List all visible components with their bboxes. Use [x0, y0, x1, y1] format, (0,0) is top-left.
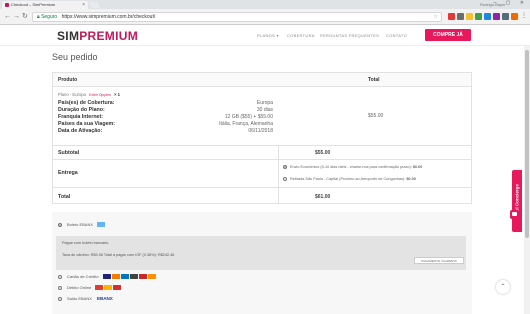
- fidel-concierge-tab[interactable]: Fidel Concierge: [512, 170, 522, 232]
- ebanx-badge: PAGAMENTO VIA EBANX: [414, 257, 464, 264]
- tab-title: Checkout – SimPremium: [11, 2, 56, 7]
- extension-icon[interactable]: [484, 13, 491, 20]
- window-controls[interactable]: – ▢ ✕: [494, 0, 528, 6]
- discover-icon: [147, 274, 156, 280]
- site-logo[interactable]: SIMPREMIUM: [57, 29, 138, 43]
- back-icon[interactable]: ←: [4, 13, 11, 21]
- detail-label: Franquia Internet:: [58, 114, 104, 120]
- detail-value: 30 dias: [256, 107, 273, 113]
- order-review-table: Produto Total Plano - Europa Exibir Opçõ…: [52, 72, 472, 204]
- boleto-info-text: Pague com boleto bancário.: [62, 241, 110, 245]
- payment-option-boleto[interactable]: Boleto EBANX: [58, 222, 106, 228]
- detail-value: 06/11/2018: [248, 128, 273, 134]
- browser-toolbar: ← → ↻ 🔒︎ Seguro https://www.simpremium.c…: [0, 9, 530, 25]
- bookmark-star-icon[interactable]: ☆: [434, 13, 438, 21]
- boleto-info-box: Pague com boleto bancário. Taxa de câmbi…: [56, 236, 466, 270]
- product-line: Plano - Europa Exibir Opções × 1: [58, 92, 120, 97]
- line-total: $55.00: [368, 113, 384, 119]
- radio-selected-icon[interactable]: [283, 165, 287, 169]
- radio-icon[interactable]: [58, 285, 62, 290]
- column-header-total: Total: [368, 77, 380, 83]
- bank-icon: [113, 285, 122, 291]
- detail-label: Data de Ativação:: [58, 128, 103, 134]
- bank-icon: [104, 285, 113, 291]
- show-options-link[interactable]: Exibir Opções: [89, 93, 111, 97]
- product-name: Plano - Europa: [58, 92, 86, 97]
- favicon-icon: [5, 3, 9, 7]
- shipping-label: Entrega: [58, 170, 78, 176]
- extension-icon[interactable]: [493, 13, 500, 20]
- payment-option-saldo[interactable]: Saldo EBANX EBANX: [58, 296, 113, 301]
- browser-tab[interactable]: Checkout – SimPremium ×: [2, 1, 88, 9]
- new-tab-button[interactable]: [88, 2, 101, 8]
- total-value: $61.00: [315, 194, 331, 200]
- divider: [53, 145, 471, 146]
- column-header-product: Produto: [58, 77, 78, 83]
- secure-label: Seguro: [41, 14, 58, 20]
- visa-icon: [102, 274, 111, 280]
- radio-icon[interactable]: [58, 296, 62, 301]
- radio-icon[interactable]: [58, 274, 62, 279]
- shipping-option-retirada[interactable]: Retirada São Paulo - Capital (Próximo ao…: [283, 177, 416, 181]
- address-bar[interactable]: 🔒︎ Seguro https://www.simpremium.com.br/…: [32, 12, 442, 22]
- boleto-exchange-text: Taxa de câmbio: R$3.96 Total a pagar com…: [62, 253, 175, 257]
- page-scrollbar[interactable]: [524, 46, 530, 314]
- detail-value: Europa: [256, 100, 273, 106]
- reload-icon[interactable]: ↻: [22, 13, 28, 21]
- extension-icon[interactable]: [457, 13, 464, 20]
- chat-icon[interactable]: [510, 210, 519, 219]
- elo-icon: [138, 274, 147, 280]
- mastercard-icon: [111, 274, 120, 280]
- extension-icon[interactable]: [511, 13, 518, 20]
- detail-value: 12 GB ($55) + $55.00: [224, 114, 273, 120]
- bank-icon: [95, 285, 104, 291]
- extension-icon[interactable]: [502, 13, 509, 20]
- extension-icon[interactable]: [448, 13, 455, 20]
- subtotal-label: Subtotal: [58, 150, 80, 156]
- nav-contato[interactable]: CONTATO: [386, 33, 407, 38]
- nav-cobertura[interactable]: COBERTURA: [287, 33, 315, 38]
- detail-value: Itália, França, Alemanha: [219, 121, 273, 127]
- ebanx-logo: EBANX: [97, 296, 113, 301]
- divider: [53, 159, 471, 160]
- back-to-top-button[interactable]: ⌃: [496, 280, 510, 294]
- detail-label: Países da sua Viagem:: [58, 121, 116, 127]
- boleto-icon: [97, 222, 106, 228]
- detail-label: Duração do Plano:: [58, 107, 105, 113]
- column-divider: [278, 145, 279, 203]
- amex-icon: [120, 274, 129, 280]
- page-title: Seu pedido: [52, 52, 98, 62]
- subtotal-value: $55.00: [315, 150, 331, 156]
- product-quantity: × 1: [114, 92, 121, 97]
- site-header: SIMPREMIUM PLANOS ▾ COBERTURA PERGUNTAS …: [0, 25, 530, 46]
- payment-methods: Boleto EBANX Pague com boleto bancário. …: [52, 212, 472, 314]
- total-label: Total: [58, 194, 71, 200]
- radio-selected-icon[interactable]: [58, 222, 62, 227]
- url-text: https://www.simpremium.com.br/checkout/: [61, 14, 156, 20]
- extension-icon[interactable]: [475, 13, 482, 20]
- extension-icon[interactable]: [466, 13, 473, 20]
- shipping-option-economico[interactable]: Envio Econômico (5-10 dias úteis - chame…: [283, 165, 422, 169]
- browser-tab-bar: Checkout – SimPremium × Rodrigo Bayer – …: [0, 0, 530, 9]
- table-header: Produto Total: [53, 73, 471, 87]
- nav-planos[interactable]: PLANOS ▾: [257, 33, 279, 38]
- buy-now-button[interactable]: COMPRE JÁ: [425, 29, 471, 41]
- diners-icon: [129, 274, 138, 280]
- payment-option-debit[interactable]: Débito Online: [58, 285, 122, 291]
- divider: [53, 187, 471, 188]
- tab-close-icon[interactable]: ×: [82, 1, 85, 9]
- radio-icon[interactable]: [283, 177, 287, 181]
- browser-menu-icon[interactable]: ⋮: [521, 12, 527, 19]
- detail-label: País(es) de Cobertura:: [58, 100, 115, 106]
- scrollbar-thumb[interactable]: [525, 50, 529, 238]
- lock-icon: 🔒︎: [37, 14, 40, 20]
- nav-faq[interactable]: PERGUNTAS FREQUENTES: [320, 33, 379, 38]
- payment-option-credit-card[interactable]: Cartão de Crédito: [58, 274, 157, 280]
- forward-icon[interactable]: →: [13, 13, 20, 21]
